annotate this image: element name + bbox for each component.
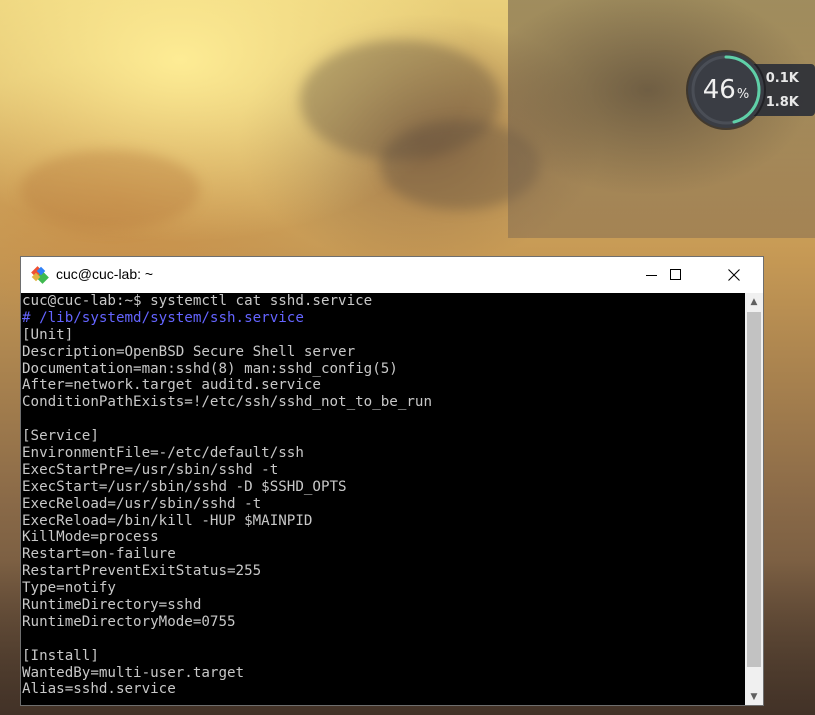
window-title: cuc@cuc-lab: ~ xyxy=(56,266,154,282)
terminal-line: ExecStart=/usr/sbin/sshd -D $SSHD_OPTS xyxy=(22,478,347,495)
terminal-line: ExecStartPre=/usr/sbin/sshd -t xyxy=(22,461,279,478)
terminal-line: RuntimeDirectoryMode=0755 xyxy=(22,613,236,630)
git-bash-diamond-icon xyxy=(31,266,49,284)
terminal-line: WantedBy=multi-user.target xyxy=(22,664,245,681)
terminal-line: cuc@cuc-lab:~$ systemctl cat sshd.servic… xyxy=(22,293,373,309)
terminal-text: cuc@cuc-lab:~$ systemctl cat sshd.servic… xyxy=(21,293,745,698)
cpu-gauge[interactable]: 46% xyxy=(688,52,764,128)
maximize-icon xyxy=(670,268,681,280)
terminal-line: ExecReload=/bin/kill -HUP $MAINPID xyxy=(22,512,313,529)
close-icon xyxy=(728,268,740,281)
terminal-comment-line: # /lib/systemd/system/ssh.service xyxy=(22,309,304,326)
scroll-down-arrow-icon: ▼ xyxy=(750,691,758,702)
terminal-line: After=network.target auditd.service xyxy=(22,377,321,394)
terminal-line: [Install] xyxy=(22,647,99,664)
terminal-line: ExecReload=/usr/sbin/sshd -t xyxy=(22,495,262,512)
window-titlebar[interactable]: cuc@cuc-lab: ~ xyxy=(21,257,763,292)
terminal-line: Type=notify xyxy=(22,580,116,597)
upload-speed: 0.1K xyxy=(765,70,799,86)
cpu-percent-value: 46 xyxy=(702,75,736,105)
terminal-line: RestartPreventExitStatus=255 xyxy=(22,563,262,580)
terminal-line: Documentation=man:sshd(8) man:sshd_confi… xyxy=(22,360,398,377)
terminal-line: [Service] xyxy=(22,428,99,445)
close-button[interactable] xyxy=(711,257,757,292)
terminal-line: KillMode=process xyxy=(22,529,159,546)
scroll-up-button[interactable]: ▲ xyxy=(745,293,763,310)
scroll-up-arrow-icon: ▲ xyxy=(750,296,758,307)
maximize-button[interactable] xyxy=(653,257,699,292)
terminal-window[interactable]: cuc@cuc-lab: ~ cuc@cuc-lab:~$ systemctl … xyxy=(20,256,764,706)
terminal-line: EnvironmentFile=-/etc/default/ssh xyxy=(22,445,304,462)
cpu-gauge-label: 46% xyxy=(688,52,764,128)
terminal-line: Alias=sshd.service xyxy=(22,681,176,698)
terminal-line: RuntimeDirectory=sshd xyxy=(22,597,202,614)
terminal-output[interactable]: cuc@cuc-lab:~$ systemctl cat sshd.servic… xyxy=(21,293,745,705)
terminal-line: [Unit] xyxy=(22,326,74,343)
terminal-line: ConditionPathExists=!/etc/ssh/sshd_not_t… xyxy=(22,394,432,411)
wallpaper-cloud xyxy=(20,150,200,230)
download-speed: 1.8K xyxy=(765,94,799,110)
scrollbar-thumb[interactable] xyxy=(747,312,761,667)
network-speed-widget[interactable]: 🡑 0.1K 🡓 1.8K 46% xyxy=(688,52,815,128)
cpu-percent-unit: % xyxy=(736,86,750,102)
scroll-down-button[interactable]: ▼ xyxy=(745,688,763,705)
terminal-line: Restart=on-failure xyxy=(22,546,176,563)
terminal-line: Description=OpenBSD Secure Shell server xyxy=(22,343,356,360)
vertical-scrollbar[interactable]: ▲ ▼ xyxy=(745,293,763,705)
